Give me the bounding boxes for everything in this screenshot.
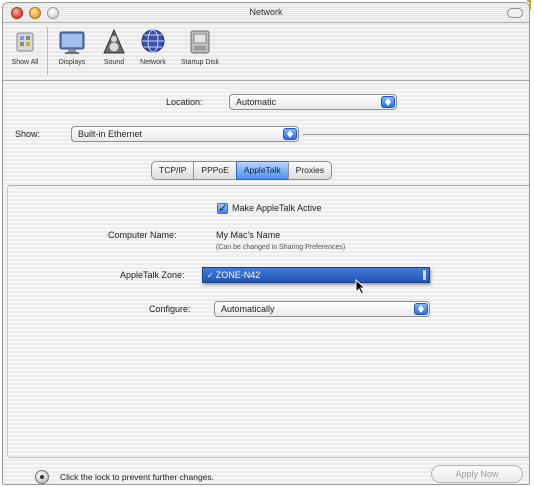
startup-disk-button[interactable]: Startup Disk	[177, 27, 223, 66]
displays-icon	[57, 27, 87, 57]
configure-label: Configure:	[149, 304, 191, 314]
popup-arrows-icon	[414, 303, 428, 315]
menu-scroll-indicator	[423, 270, 426, 280]
sound-button[interactable]: Sound	[97, 27, 131, 66]
cursor-arrow-icon	[355, 279, 367, 295]
toolbar-separator	[47, 27, 48, 75]
divider-line	[303, 134, 529, 135]
show-all-button[interactable]: Show All	[7, 27, 43, 66]
toolbar-label: Show All	[11, 59, 39, 66]
sound-icon	[99, 27, 129, 57]
toolbar-toggle-button[interactable]	[507, 8, 523, 18]
corner-mark	[527, 0, 531, 10]
make-appletalk-active-checkbox[interactable]	[217, 201, 228, 215]
tab-bar: TCP/IP PPPoE AppleTalk Proxies	[151, 161, 333, 180]
checkmark-icon: ✓	[207, 271, 214, 280]
configure-value: Automatically	[221, 304, 275, 314]
network-preferences-window: Network Show All Displays Sound Network …	[2, 2, 530, 485]
startup-disk-icon	[185, 27, 215, 57]
popup-arrows-icon	[283, 128, 297, 140]
toolbar: Show All Displays Sound Network Startup …	[3, 23, 529, 81]
popup-arrows-icon	[381, 96, 395, 108]
lock-message: Click the lock to prevent further change…	[60, 472, 215, 482]
appletalk-zone-menu-item[interactable]: ✓ ZONE-N42	[202, 267, 430, 283]
show-label: Show:	[15, 129, 41, 139]
toolbar-label: Sound	[103, 59, 125, 66]
toolbar-label: Network	[140, 59, 166, 66]
show-value: Built-in Ethernet	[78, 129, 143, 139]
network-icon	[138, 27, 168, 57]
computer-name-label: Computer Name:	[108, 230, 177, 240]
window-title: Network	[249, 7, 283, 17]
apply-now-button[interactable]: Apply Now	[431, 465, 523, 483]
lock-icon[interactable]	[35, 470, 49, 484]
tab-tcpip[interactable]: TCP/IP	[151, 161, 195, 180]
computer-name-note: (Can be changed in Sharing Preferences)	[216, 244, 346, 251]
tab-proxies[interactable]: Proxies	[287, 161, 333, 180]
show-popup[interactable]: Built-in Ethernet	[71, 126, 299, 142]
title-bar[interactable]: Network	[3, 3, 529, 23]
location-label: Location:	[166, 97, 203, 107]
toolbar-label: Displays	[58, 59, 86, 66]
computer-name-value: My Mac's Name	[216, 230, 281, 240]
make-appletalk-active-label[interactable]: Make AppleTalk Active	[232, 203, 322, 213]
location-value: Automatic	[236, 97, 277, 107]
zone-value: ZONE-N42	[215, 270, 261, 280]
network-button[interactable]: Network	[133, 27, 173, 66]
location-popup[interactable]: Automatic	[229, 94, 397, 110]
show-all-icon	[10, 27, 40, 57]
tab-pppoe[interactable]: PPPoE	[193, 161, 237, 180]
displays-button[interactable]: Displays	[53, 27, 91, 66]
configure-popup[interactable]: Automatically	[214, 301, 430, 317]
appletalk-zone-label: AppleTalk Zone:	[120, 270, 185, 280]
toolbar-label: Startup Disk	[180, 59, 220, 66]
tab-appletalk[interactable]: AppleTalk	[235, 161, 289, 180]
pane-outline	[7, 185, 529, 458]
